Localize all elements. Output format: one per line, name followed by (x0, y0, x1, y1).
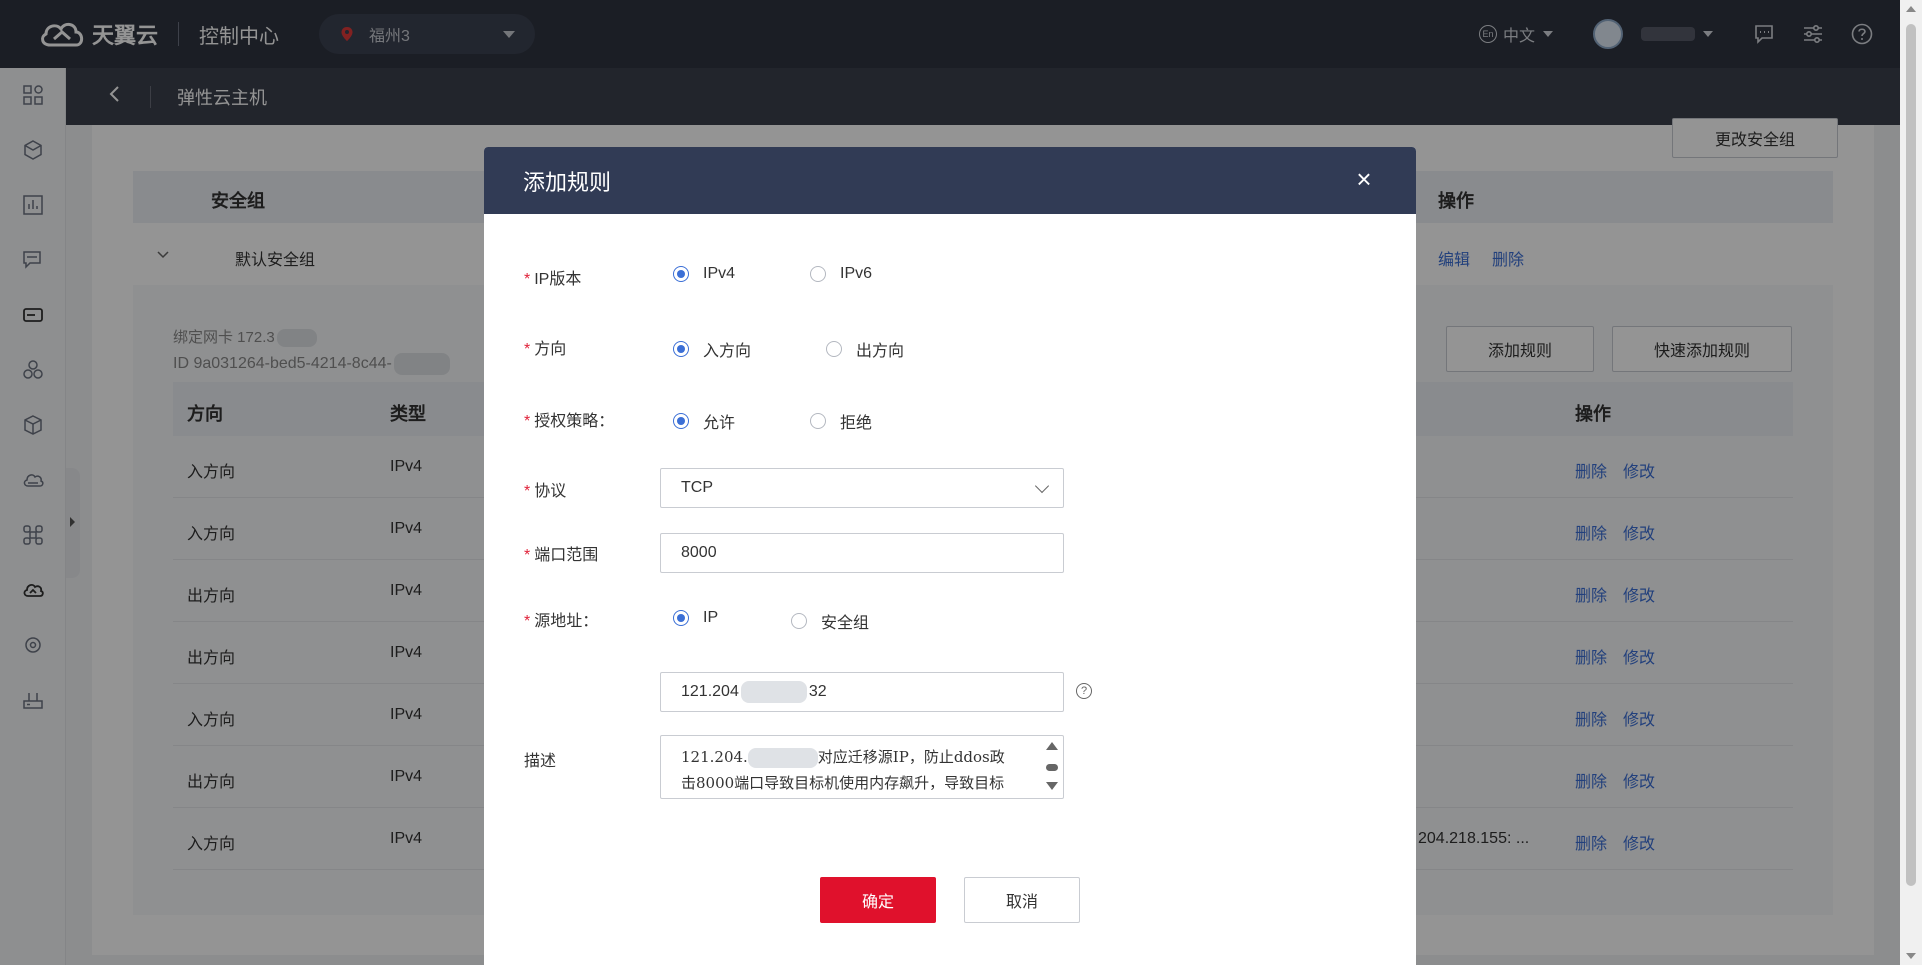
source-label-text: 源地址： (534, 613, 599, 630)
radio-label: 入方向 (703, 343, 752, 360)
direction-label: * 方向 (524, 341, 567, 358)
source-label: * 源地址： (524, 613, 599, 630)
ip-version-label-text: IP版本 (534, 271, 582, 288)
description-label-text: 描述 (524, 753, 557, 770)
ip-prefix: 121.204 (681, 683, 739, 700)
description-textarea[interactable]: 121.204. 对应迁移源IP，防止ddos政 击8000端口导致目标机使用内存… (660, 735, 1064, 799)
page-scrollbar[interactable] (1900, 0, 1922, 965)
desc-prefix: 121.204. (681, 748, 748, 766)
description-label: 描述 (524, 747, 556, 771)
protocol-value: TCP (681, 479, 713, 496)
radio-label: 允许 (703, 415, 736, 432)
radio-allow[interactable]: 允许 (673, 409, 735, 433)
radio-ipv6[interactable]: IPv6 (810, 265, 872, 283)
question-circle-icon[interactable]: ? (1076, 683, 1092, 699)
policy-label-text: 授权策略： (534, 413, 615, 430)
chevron-down-icon (1034, 478, 1050, 494)
radio-label: IP (703, 609, 719, 626)
port-range-label: * 端口范围 (524, 547, 599, 564)
direction-label-text: 方向 (534, 341, 567, 358)
radio-label: 出方向 (856, 343, 905, 360)
redacted-text (747, 748, 818, 768)
protocol-label: * 协议 (524, 483, 567, 500)
redacted-text (740, 681, 807, 703)
textarea-scrollbar[interactable] (1045, 740, 1059, 796)
dialog-title: 添加规则 (523, 169, 612, 195)
description-line-2: 击8000端口导致目标机使用内存飙升，导致目标 (681, 774, 1005, 792)
radio-label: 拒绝 (840, 415, 873, 432)
radio-ipv4[interactable]: IPv4 (673, 265, 735, 283)
radio-checked-icon (673, 610, 689, 626)
radio-checked-icon (673, 413, 689, 429)
dialog-header: 添加规则 × (484, 147, 1416, 214)
scroll-down-icon[interactable] (1906, 953, 1916, 959)
radio-inbound[interactable]: 入方向 (673, 337, 751, 361)
scrollbar-thumb[interactable] (1906, 24, 1916, 886)
radio-checked-icon (673, 341, 689, 357)
protocol-label-text: 协议 (534, 483, 567, 500)
protocol-select[interactable]: TCP (660, 468, 1064, 508)
radio-label: IPv6 (840, 265, 873, 282)
scroll-up-icon[interactable] (1906, 6, 1916, 12)
port-range-label-text: 端口范围 (534, 547, 599, 564)
radio-source-security-group[interactable]: 安全组 (791, 609, 869, 633)
radio-unchecked-icon (810, 413, 826, 429)
radio-unchecked-icon (810, 266, 826, 282)
confirm-button[interactable]: 确定 (820, 877, 936, 923)
close-icon[interactable]: × (1352, 166, 1376, 192)
policy-label: * 授权策略： (524, 413, 615, 430)
description-line-1: 121.204. 对应迁移源IP，防止ddos政 (681, 744, 1023, 770)
cancel-button[interactable]: 取消 (964, 877, 1080, 923)
ip-suffix: 32 (808, 683, 827, 700)
radio-checked-icon (673, 266, 689, 282)
radio-source-ip[interactable]: IP (673, 609, 718, 627)
add-rule-dialog: 添加规则 × * IP版本 IPv4 IPv6 * 方向 入方向 出方向 * 授权策略… (484, 147, 1416, 965)
source-ip-input[interactable]: 121.204 32 (660, 672, 1064, 712)
ip-version-label: * IP版本 (524, 271, 582, 288)
radio-label: 安全组 (821, 615, 870, 632)
radio-outbound[interactable]: 出方向 (826, 337, 904, 361)
port-range-value: 8000 (681, 544, 717, 561)
radio-unchecked-icon (826, 341, 842, 357)
port-range-input[interactable]: 8000 (660, 533, 1064, 573)
radio-unchecked-icon (791, 613, 807, 629)
radio-label: IPv4 (703, 265, 736, 282)
desc-suffix: 对应迁移源IP，防止ddos政 (817, 748, 1005, 766)
radio-deny[interactable]: 拒绝 (810, 409, 872, 433)
